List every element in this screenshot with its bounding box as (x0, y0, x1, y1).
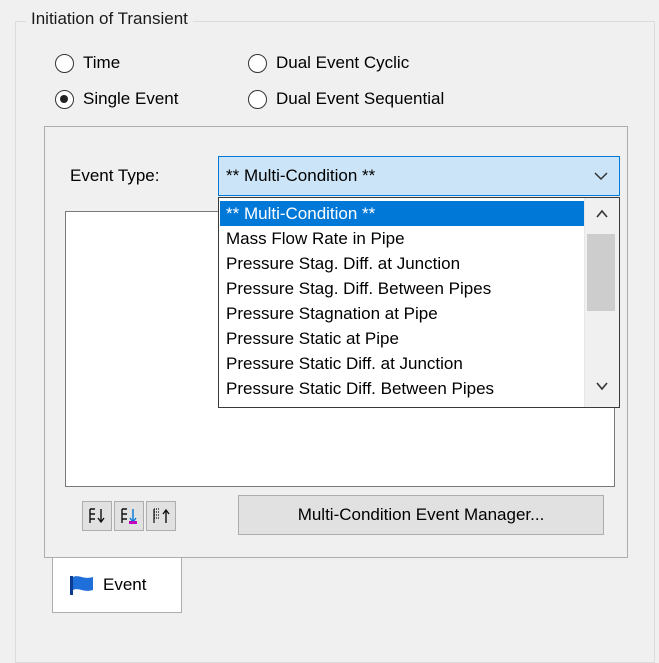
event-type-label: Event Type: (70, 166, 160, 185)
chevron-down-icon[interactable] (593, 169, 609, 183)
dropdown-item[interactable]: Pressure Stag. Diff. Between Pipes (220, 276, 584, 301)
radio-dual-event-sequential[interactable]: Dual Event Sequential (248, 89, 444, 109)
radio-label: Dual Event Cyclic (276, 53, 410, 72)
radio-dual-event-cyclic[interactable]: Dual Event Cyclic (248, 53, 409, 73)
sort-down-button[interactable] (82, 501, 112, 531)
radio-label: Dual Event Sequential (276, 89, 445, 108)
dropdown-item[interactable]: Pressure Static Diff. Between Pipes (220, 376, 584, 401)
combo-selected-value: ** Multi-Condition ** (226, 166, 376, 185)
dropdown-item[interactable]: Mass Flow Rate in Pipe (220, 226, 584, 251)
dropdown-item[interactable]: ** Multi-Condition ** (220, 201, 584, 226)
event-manager-button-label: Multi-Condition Event Manager... (297, 505, 545, 524)
radio-label: Time (83, 53, 121, 72)
dropdown-item[interactable]: Pressure Stagnation at Pipe (220, 301, 584, 326)
dropdown-item[interactable]: Pressure Static at Pipe (220, 326, 584, 351)
dropdown-item[interactable]: Pressure Static Diff. at Junction (220, 351, 584, 376)
scrollbar-thumb[interactable] (587, 234, 615, 311)
radio-circle[interactable] (248, 53, 267, 73)
scroll-down-icon[interactable] (595, 380, 609, 392)
flag-icon (70, 576, 93, 595)
sort-color-icon (121, 508, 137, 524)
radio-time[interactable]: Time (55, 53, 120, 73)
event-type-dropdown[interactable]: ** Multi-Condition ** Mass Flow Rate in … (218, 197, 620, 408)
radio-circle-checked[interactable] (55, 89, 74, 109)
scroll-up-icon[interactable] (595, 208, 609, 220)
sort-up-icon (153, 508, 170, 523)
radio-circle[interactable] (55, 53, 74, 73)
event-type-combobox[interactable]: ** Multi-Condition ** (218, 156, 620, 196)
tab-label: Event (103, 575, 147, 594)
dropdown-scrollbar[interactable] (584, 198, 619, 407)
group-title: Initiation of Transient (26, 9, 193, 29)
radio-label: Single Event (83, 89, 179, 108)
radio-single-event[interactable]: Single Event (55, 89, 178, 109)
event-manager-button[interactable]: Multi-Condition Event Manager... (238, 495, 604, 535)
radio-circle[interactable] (248, 89, 267, 109)
tab-event[interactable]: Event (52, 558, 182, 613)
sort-down-icon (89, 508, 105, 524)
dropdown-item[interactable]: Pressure Stag. Diff. at Junction (220, 251, 584, 276)
sort-up-button[interactable] (146, 501, 176, 531)
sort-color-button[interactable] (114, 501, 144, 531)
